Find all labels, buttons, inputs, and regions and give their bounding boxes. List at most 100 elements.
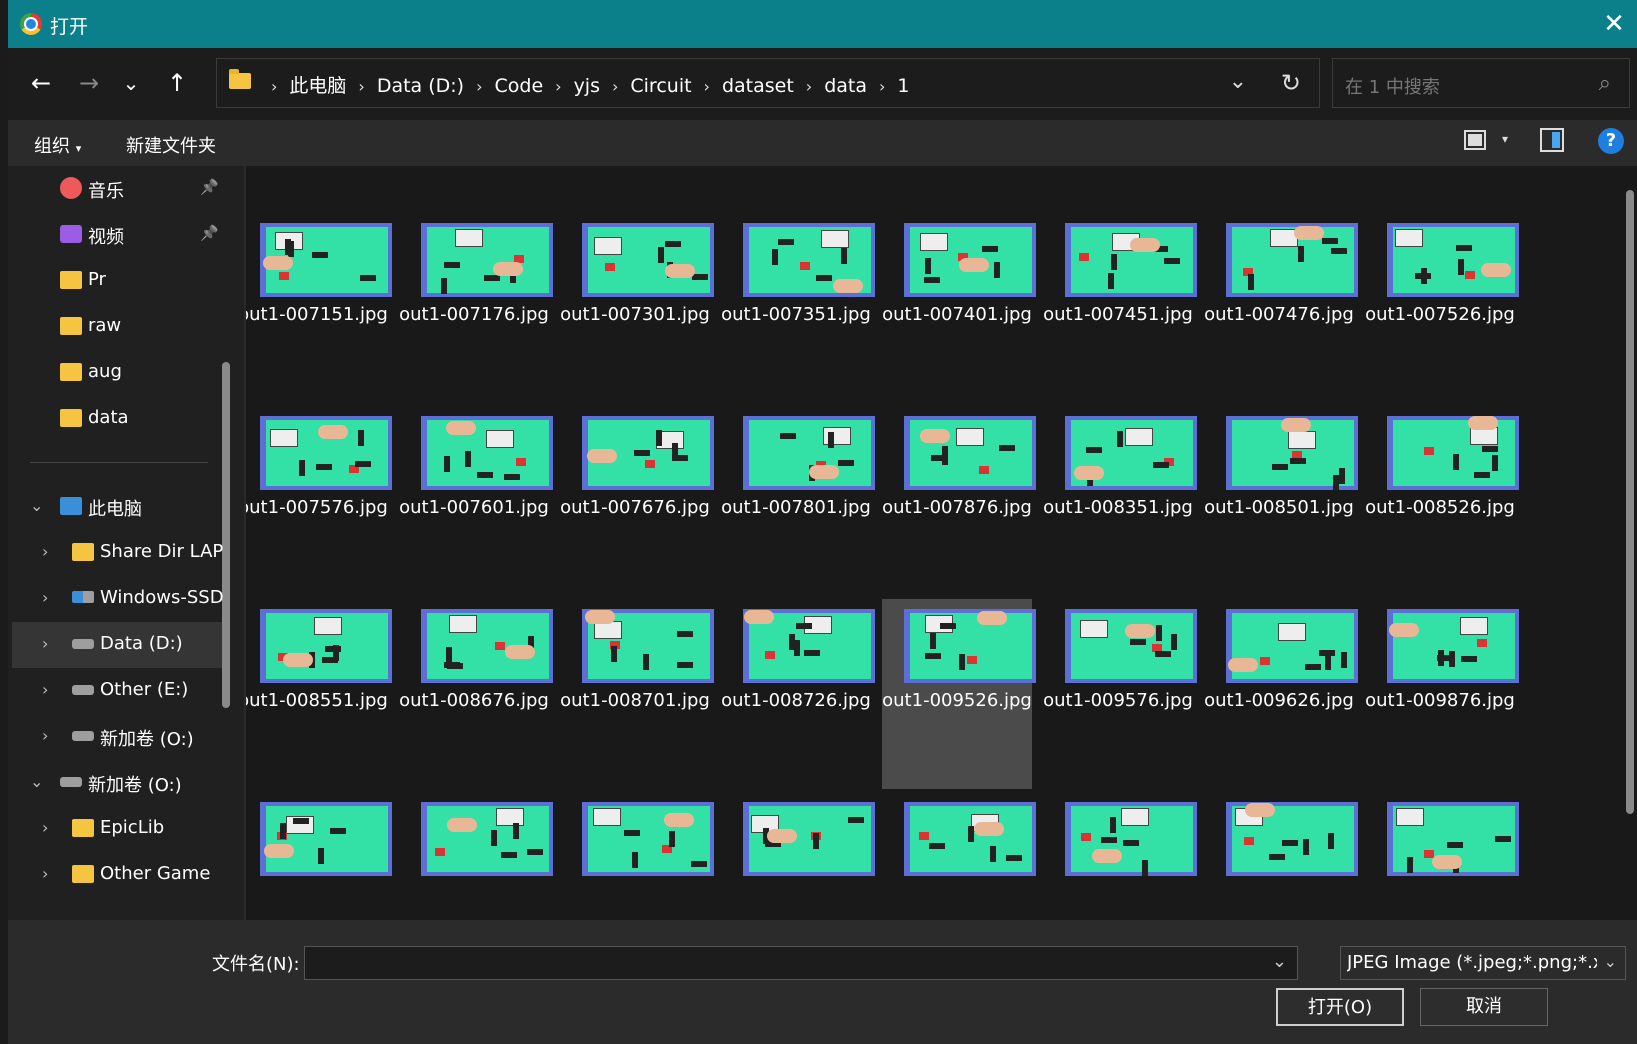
forward-button[interactable]: → [72, 66, 106, 100]
breadcrumb-separator-icon[interactable]: › [358, 77, 364, 96]
file-item[interactable]: out1-007601.jpg [399, 406, 553, 596]
chevron-right-icon[interactable]: › [42, 634, 48, 653]
sidebar-item[interactable]: › Other (E:) [12, 668, 222, 714]
refresh-button[interactable]: ↻ [1281, 69, 1301, 97]
file-item[interactable]: out1-007801.jpg [721, 406, 875, 596]
file-item[interactable]: out1-009576.jpg [1043, 599, 1197, 789]
file-item[interactable] [1204, 792, 1358, 920]
sidebar-item[interactable]: raw [12, 304, 222, 350]
address-bar[interactable]: › 此电脑 › Data (D:) › Code › yjs › Circuit › dataset ›… [216, 58, 1320, 108]
sidebar-item[interactable]: › Windows-SSD [12, 576, 224, 622]
file-item[interactable] [399, 792, 553, 920]
file-item[interactable]: out1-008351.jpg [1043, 406, 1197, 596]
image-thumbnail [582, 609, 714, 683]
file-item[interactable] [882, 792, 1036, 920]
sidebar-item[interactable]: › Data (D:) [12, 622, 222, 668]
back-button[interactable]: ← [24, 66, 58, 100]
file-item[interactable]: out1-008726.jpg [721, 599, 875, 789]
file-item[interactable] [721, 792, 875, 920]
breadcrumb-item[interactable]: Circuit [630, 75, 691, 97]
sidebar-item[interactable]: Pr [12, 258, 222, 304]
file-item[interactable]: out1-009876.jpg [1365, 599, 1519, 789]
chevron-down-icon[interactable]: ⌄ [30, 496, 43, 515]
sidebar-item[interactable]: aug [12, 350, 222, 396]
file-item[interactable]: out1-008501.jpg [1204, 406, 1358, 596]
file-item[interactable] [1365, 792, 1519, 920]
file-item[interactable]: out1-009626.jpg [1204, 599, 1358, 789]
up-button[interactable]: ↑ [160, 66, 194, 100]
file-grid-scrollbar[interactable] [1626, 190, 1634, 814]
breadcrumb-item[interactable]: 此电脑 [289, 75, 346, 97]
sidebar-item[interactable]: ⌄ 新加卷 (O:) [12, 760, 222, 806]
file-item[interactable]: out1-007876.jpg [882, 406, 1036, 596]
breadcrumb-item[interactable]: yjs [574, 75, 600, 97]
preview-pane-icon[interactable] [1540, 128, 1564, 152]
address-history-button[interactable]: ⌄ [1229, 69, 1247, 94]
file-item[interactable]: out1-007401.jpg [882, 213, 1036, 403]
red-component [605, 263, 615, 271]
filetype-select[interactable]: JPEG Image (*.jpeg;*.png;*.xb ⌄ [1340, 946, 1626, 980]
breadcrumb-separator-icon[interactable]: › [612, 77, 618, 96]
file-item[interactable]: out1-007476.jpg [1204, 213, 1358, 403]
close-button[interactable]: ✕ [1591, 0, 1637, 48]
breadcrumb-item[interactable]: dataset [722, 75, 794, 97]
file-item[interactable]: out1-007676.jpg [560, 406, 714, 596]
recent-locations-button[interactable]: ⌄ [114, 66, 148, 100]
organize-button[interactable]: 组织 ▾ [34, 132, 81, 158]
file-item[interactable] [246, 792, 392, 920]
sidebar-item[interactable]: ⌄ 此电脑 [12, 484, 222, 530]
search-input[interactable]: 在 1 中搜索 ⌕ [1332, 58, 1630, 108]
new-folder-button[interactable]: 新建文件夹 [126, 132, 216, 158]
chevron-right-icon[interactable]: › [42, 588, 48, 607]
open-button[interactable]: 打开(O) [1276, 988, 1404, 1026]
cancel-button[interactable]: 取消 [1420, 988, 1548, 1026]
chevron-right-icon[interactable]: › [42, 726, 48, 745]
sidebar-item[interactable]: data [12, 396, 222, 442]
sidebar-item[interactable]: 视频 📌 [12, 212, 222, 258]
file-item[interactable]: out1-007526.jpg [1365, 213, 1519, 403]
chevron-right-icon[interactable]: › [42, 818, 48, 837]
sidebar-item[interactable]: 音乐 📌 [12, 166, 222, 212]
breadcrumb-separator-icon[interactable]: › [476, 77, 482, 96]
breadcrumb-separator-icon[interactable]: › [806, 77, 812, 96]
file-item[interactable]: out1-008701.jpg [560, 599, 714, 789]
chevron-down-icon[interactable]: ⌄ [30, 772, 43, 791]
view-mode-icon[interactable] [1464, 130, 1486, 150]
chevron-right-icon[interactable]: › [42, 864, 48, 883]
component [925, 653, 941, 659]
component [1458, 259, 1464, 275]
sidebar-scrollbar[interactable] [222, 362, 230, 708]
view-options-caret-icon[interactable]: ▾ [1502, 132, 1508, 146]
file-item[interactable] [1043, 792, 1197, 920]
breadcrumb-item[interactable]: 1 [897, 75, 909, 97]
file-item[interactable]: out1-007576.jpg [246, 406, 392, 596]
file-item[interactable]: out1-007176.jpg [399, 213, 553, 403]
breadcrumb-separator-icon[interactable]: › [704, 77, 710, 96]
file-item[interactable]: out1-007451.jpg [1043, 213, 1197, 403]
file-item[interactable]: out1-008551.jpg [246, 599, 392, 789]
breadcrumb-item[interactable]: Data (D:) [377, 75, 464, 97]
chevron-down-icon: ⌄ [1603, 952, 1617, 971]
file-item[interactable]: out1-007301.jpg [560, 213, 714, 403]
file-item[interactable]: out1-009526.jpg [882, 599, 1036, 789]
breadcrumb-separator-icon[interactable]: › [555, 77, 561, 96]
sidebar-item[interactable]: › EpicLib [12, 806, 222, 852]
filename-input[interactable]: ⌄ [304, 946, 1298, 980]
breadcrumb-item[interactable]: Code [495, 75, 544, 97]
chevron-down-icon[interactable]: ⌄ [1272, 951, 1287, 972]
chevron-right-icon[interactable]: › [42, 680, 48, 699]
breadcrumb-item[interactable]: data [824, 75, 867, 97]
sidebar-item[interactable]: › Other Game [12, 852, 222, 898]
file-item[interactable]: out1-007151.jpg [246, 213, 392, 403]
file-item[interactable] [560, 792, 714, 920]
help-icon[interactable]: ? [1598, 128, 1624, 154]
folder-icon [60, 317, 82, 335]
sidebar-item[interactable]: › 新加卷 (O:) [12, 714, 222, 760]
breadcrumb-separator-icon[interactable]: › [271, 77, 277, 96]
chevron-right-icon[interactable]: › [42, 542, 48, 561]
file-item[interactable]: out1-007351.jpg [721, 213, 875, 403]
sidebar-item[interactable]: › Share Dir LAP [12, 530, 223, 576]
file-item[interactable]: out1-008676.jpg [399, 599, 553, 789]
file-item[interactable]: out1-008526.jpg [1365, 406, 1519, 596]
breadcrumb-separator-icon[interactable]: › [879, 77, 885, 96]
